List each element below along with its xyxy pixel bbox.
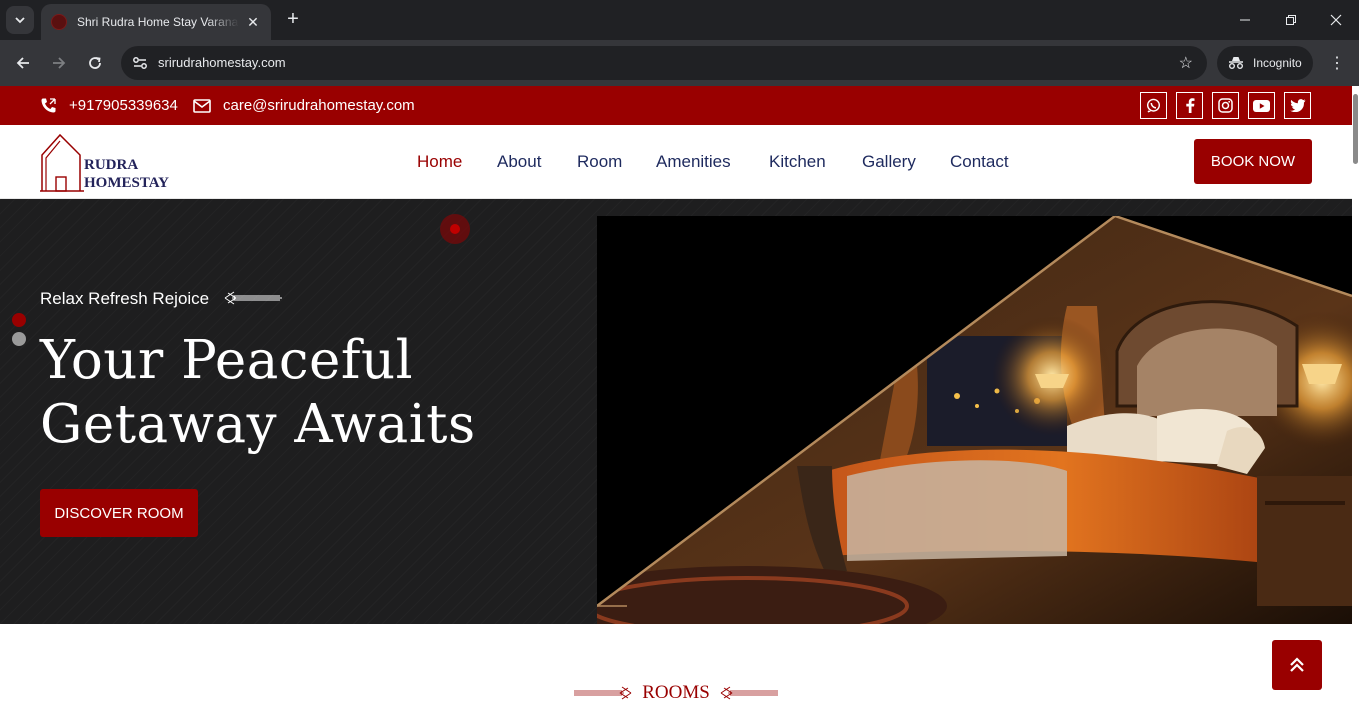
house-logo-icon	[40, 133, 84, 192]
chevron-down-icon	[15, 17, 25, 24]
restore-icon	[1286, 15, 1296, 25]
nav-gallery[interactable]: Gallery	[862, 152, 916, 172]
rooms-heading: ROOMS	[0, 682, 1352, 704]
reload-button[interactable]	[83, 51, 107, 75]
slider-dot[interactable]	[12, 332, 26, 346]
bedroom-illustration	[597, 216, 1352, 624]
slider-dot-active[interactable]	[12, 313, 26, 327]
double-chevron-up-icon	[1290, 657, 1304, 672]
restore-button[interactable]	[1268, 0, 1314, 40]
youtube-link[interactable]	[1248, 92, 1275, 119]
book-now-button[interactable]: BOOK NOW	[1194, 139, 1312, 184]
forward-button[interactable]	[47, 51, 71, 75]
phone-number: +917905339634	[69, 97, 178, 114]
new-tab-button[interactable]: +	[282, 9, 304, 31]
hero-section: Relax Refresh Rejoice Your Peaceful Geta…	[0, 199, 1352, 624]
headline-line2: Getaway Awaits	[40, 394, 476, 455]
whatsapp-link[interactable]	[1140, 92, 1167, 119]
close-window-button[interactable]	[1313, 0, 1359, 40]
url-text: srirudrahomestay.com	[158, 55, 286, 70]
ornament-right-icon	[720, 686, 778, 700]
address-bar[interactable]: srirudrahomestay.com ☆	[121, 46, 1207, 80]
close-icon	[1330, 14, 1342, 26]
tab-title: Shri Rudra Home Stay Varanasi	[77, 15, 239, 29]
whatsapp-icon	[1146, 98, 1161, 113]
page-scrollbar[interactable]	[1352, 86, 1359, 719]
email-address: care@srirudrahomestay.com	[223, 97, 415, 114]
back-button[interactable]	[11, 51, 35, 75]
nav-room[interactable]: Room	[577, 152, 622, 172]
nav-home[interactable]: Home	[417, 152, 462, 172]
logo-text-line2: HOMESTAY	[84, 175, 170, 191]
bookmark-star-icon[interactable]: ☆	[1179, 53, 1193, 73]
facebook-link[interactable]	[1176, 92, 1203, 119]
site-settings-icon[interactable]	[131, 54, 149, 72]
browser-tab[interactable]: Shri Rudra Home Stay Varanasi ✕	[41, 4, 271, 40]
headline-line1: Your Peaceful	[40, 330, 414, 391]
tab-close-icon[interactable]: ✕	[245, 14, 261, 31]
tab-search-button[interactable]	[6, 6, 34, 34]
minimize-icon	[1240, 19, 1250, 21]
discover-room-button[interactable]: DISCOVER ROOM	[40, 489, 198, 537]
hero-tagline: Relax Refresh Rejoice	[40, 289, 210, 308]
minimize-button[interactable]	[1222, 0, 1268, 40]
site-logo[interactable]: RUDRA HOMESTAY	[40, 133, 180, 193]
youtube-icon	[1253, 99, 1270, 112]
facebook-icon	[1185, 98, 1194, 113]
reload-icon	[89, 57, 101, 69]
browser-menu-icon[interactable]: ⋮	[1328, 53, 1346, 73]
logo-text-line1: RUDRA	[84, 157, 139, 173]
email-link[interactable]: care@srirudrahomestay.com	[193, 86, 415, 125]
scrollbar-thumb[interactable]	[1353, 94, 1358, 164]
phone-link[interactable]: +917905339634	[40, 86, 178, 125]
hero-headline: Your Peaceful Getaway Awaits	[40, 329, 476, 457]
web-page: +917905339634 care@srirudrahomestay.com	[0, 86, 1352, 719]
instagram-icon	[1218, 98, 1233, 113]
back-to-top-button[interactable]	[1272, 640, 1322, 690]
phone-icon	[41, 98, 56, 113]
favicon-icon	[51, 14, 67, 30]
incognito-icon	[1229, 57, 1243, 69]
arrow-right-icon	[53, 57, 66, 69]
decorative-dot	[440, 214, 470, 244]
twitter-icon	[1289, 99, 1305, 112]
browser-tab-strip: Shri Rudra Home Stay Varanasi ✕ +	[0, 0, 1359, 40]
browser-toolbar: srirudrahomestay.com ☆ Incognito ⋮	[0, 40, 1359, 86]
nav-about[interactable]: About	[497, 152, 541, 172]
nav-amenities[interactable]: Amenities	[656, 152, 731, 172]
rooms-title: ROOMS	[642, 682, 710, 703]
incognito-label: Incognito	[1253, 56, 1302, 70]
ornament-icon	[224, 291, 282, 305]
hero-bedroom-image	[597, 216, 1352, 624]
incognito-badge[interactable]: Incognito	[1217, 46, 1313, 80]
nav-kitchen[interactable]: Kitchen	[769, 152, 826, 172]
rooms-section: ROOMS	[0, 624, 1352, 719]
nav-contact[interactable]: Contact	[950, 152, 1009, 172]
twitter-link[interactable]	[1284, 92, 1311, 119]
instagram-link[interactable]	[1212, 92, 1239, 119]
site-header: RUDRA HOMESTAY Home About Room Amenities…	[0, 125, 1352, 199]
envelope-icon	[193, 98, 211, 113]
contact-topbar: +917905339634 care@srirudrahomestay.com	[0, 86, 1352, 125]
ornament-left-icon	[574, 686, 632, 700]
arrow-left-icon	[16, 57, 29, 69]
